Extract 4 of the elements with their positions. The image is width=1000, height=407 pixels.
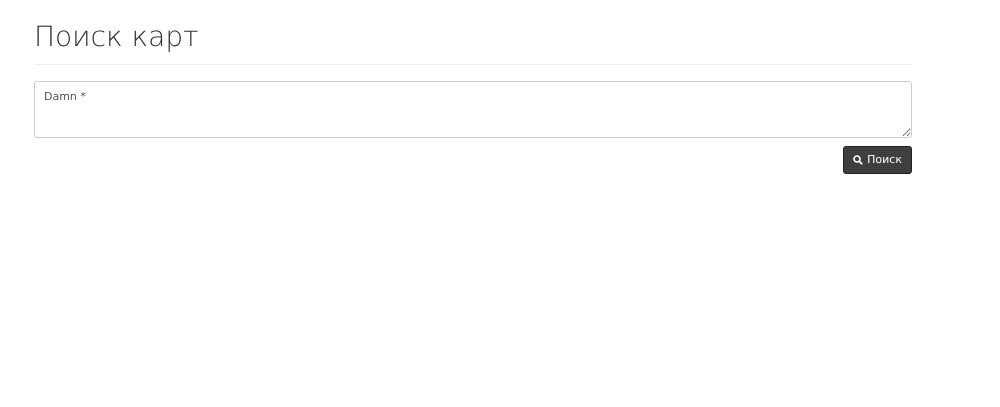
search-button[interactable]: Поиск <box>843 146 912 174</box>
search-icon <box>853 154 864 165</box>
page-title: Поиск карт <box>34 20 200 54</box>
search-field[interactable]: Damn * <box>34 80 912 138</box>
